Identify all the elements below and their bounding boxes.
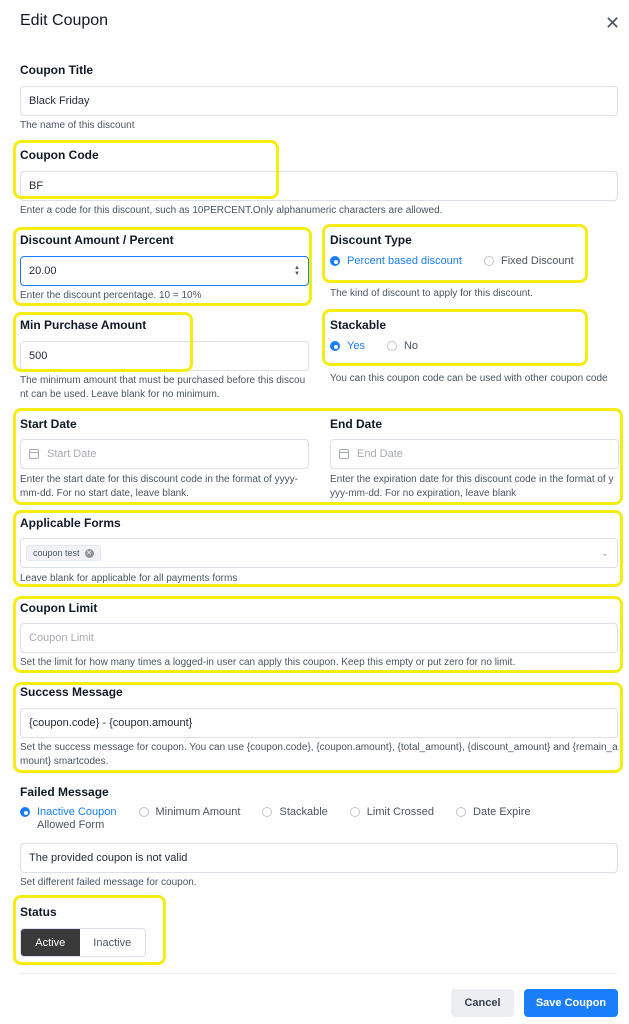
- radio-unchecked-icon: [483, 256, 494, 266]
- radio-unchecked-icon: [386, 341, 397, 351]
- failed-message-help: Set different failed message for coupon.: [20, 877, 197, 888]
- discount-type-group: Percent based discount Fixed Discount: [330, 255, 574, 267]
- cancel-button[interactable]: Cancel: [451, 989, 514, 1017]
- stackable-help: You can this coupon code can be used wit…: [330, 373, 608, 384]
- discount-amount-label: Discount Amount / Percent: [20, 233, 174, 247]
- applicable-forms-select[interactable]: coupon test ✕ ⌄: [20, 538, 618, 568]
- radio-date-expire[interactable]: Date Expire: [456, 806, 531, 818]
- failed-message-label: Failed Message: [20, 785, 109, 799]
- status-toggle: Active Inactive: [20, 928, 146, 957]
- min-purchase-value: 500: [29, 350, 48, 362]
- discount-amount-input[interactable]: 20.00 ▲ ▼: [20, 256, 309, 286]
- radio-label: Date Expire: [473, 806, 531, 818]
- start-date-help-line1: Enter the start date for this discount c…: [20, 474, 298, 485]
- radio-checked-icon: [330, 341, 340, 351]
- stackable-label: Stackable: [330, 318, 387, 332]
- start-date-help-line2: mm-dd. For no start date, leave blank.: [20, 488, 189, 499]
- failed-message-group-row1: Inactive Coupon Minimum Amount Stackable…: [20, 806, 531, 818]
- status-inactive-option[interactable]: Inactive: [79, 929, 145, 956]
- radio-label: Stackable: [279, 806, 328, 818]
- min-purchase-help-line1: The minimum amount that must be purchase…: [20, 375, 306, 386]
- failed-message-group-row2: Allowed Form: [20, 819, 104, 831]
- radio-checked-icon: [330, 256, 340, 266]
- start-date-label: Start Date: [20, 417, 77, 431]
- radio-label: Fixed Discount: [500, 255, 574, 267]
- radio-label: Yes: [347, 340, 365, 352]
- success-message-value: {coupon.code} - {coupon.amount}: [29, 717, 193, 729]
- radio-allowed-form[interactable]: Allowed Form: [20, 819, 104, 831]
- radio-fixed-discount[interactable]: Fixed Discount: [483, 255, 574, 267]
- success-message-help-line1: Set the success message for coupon. You …: [20, 742, 618, 753]
- selected-form-tag: coupon test ✕: [26, 545, 101, 561]
- chevron-down-icon[interactable]: ⌄: [601, 548, 609, 559]
- calendar-icon: [339, 449, 349, 459]
- radio-label: Allowed Form: [37, 819, 105, 831]
- tag-close-icon[interactable]: ✕: [84, 548, 94, 558]
- end-date-help-line2: yyy-mm-dd. For no expiration, leave blan…: [330, 488, 517, 499]
- discount-amount-value: 20.00: [29, 265, 57, 277]
- tag-label: coupon test: [33, 548, 80, 558]
- coupon-title-help: The name of this discount: [20, 120, 135, 131]
- status-active-option[interactable]: Active: [21, 929, 80, 956]
- success-message-label: Success Message: [20, 685, 123, 699]
- close-icon[interactable]: ✕: [605, 14, 620, 32]
- radio-unchecked-icon: [262, 807, 273, 817]
- applicable-forms-help: Leave blank for applicable for all payme…: [20, 573, 238, 584]
- modal-title: Edit Coupon: [20, 12, 109, 29]
- coupon-code-help: Enter a code for this discount, such as …: [20, 205, 443, 216]
- radio-percent-discount[interactable]: Percent based discount: [330, 255, 462, 267]
- coupon-code-input[interactable]: BF: [20, 171, 618, 201]
- min-purchase-help-line2: nt can be used. Leave blank for no minim…: [20, 389, 220, 400]
- discount-type-label: Discount Type: [330, 233, 412, 247]
- radio-label: Inactive Coupon: [37, 806, 117, 818]
- coupon-title-label: Coupon Title: [20, 63, 94, 77]
- start-date-input[interactable]: Start Date: [20, 439, 309, 469]
- min-purchase-label: Min Purchase Amount: [20, 318, 147, 332]
- status-label: Status: [20, 905, 57, 919]
- radio-stackable[interactable]: Stackable: [262, 806, 328, 818]
- end-date-input[interactable]: End Date: [330, 439, 619, 469]
- calendar-icon: [29, 449, 39, 459]
- end-date-label: End Date: [330, 417, 383, 431]
- coupon-title-input[interactable]: Black Friday: [20, 86, 618, 116]
- radio-unchecked-icon: [138, 807, 149, 817]
- radio-checked-icon: [20, 807, 30, 817]
- discount-amount-help: Enter the discount percentage. 10 = 10%: [20, 290, 202, 301]
- stackable-group: Yes No: [330, 340, 418, 352]
- coupon-limit-placeholder: Coupon Limit: [29, 632, 94, 644]
- applicable-forms-label: Applicable Forms: [20, 516, 121, 530]
- radio-label: Percent based discount: [347, 255, 462, 267]
- radio-minimum-amount[interactable]: Minimum Amount: [138, 806, 241, 818]
- coupon-title-value: Black Friday: [29, 95, 90, 107]
- radio-label: Minimum Amount: [155, 806, 241, 818]
- number-spinner-icon[interactable]: ▲ ▼: [294, 265, 300, 277]
- start-date-placeholder: Start Date: [47, 448, 97, 460]
- radio-unchecked-icon: [349, 807, 360, 817]
- radio-inactive-coupon[interactable]: Inactive Coupon: [20, 806, 117, 818]
- radio-limit-crossed[interactable]: Limit Crossed: [349, 806, 435, 818]
- failed-message-value: The provided coupon is not valid: [29, 852, 188, 864]
- discount-type-help: The kind of discount to apply for this d…: [330, 288, 533, 299]
- radio-unchecked-icon: [456, 807, 467, 817]
- radio-stackable-no[interactable]: No: [386, 340, 419, 352]
- min-purchase-input[interactable]: 500: [20, 341, 309, 371]
- coupon-code-label: Coupon Code: [20, 148, 99, 162]
- end-date-placeholder: End Date: [357, 448, 403, 460]
- success-message-input[interactable]: {coupon.code} - {coupon.amount}: [20, 708, 618, 738]
- end-date-help-line1: Enter the expiration date for this disco…: [330, 474, 614, 485]
- radio-label: No: [403, 340, 419, 352]
- coupon-limit-help: Set the limit for how many times a logge…: [20, 657, 516, 668]
- coupon-limit-label: Coupon Limit: [20, 601, 98, 615]
- coupon-limit-input[interactable]: Coupon Limit: [20, 623, 618, 653]
- radio-label: Limit Crossed: [366, 806, 435, 818]
- footer-divider: [20, 973, 617, 974]
- coupon-code-value: BF: [29, 180, 44, 192]
- save-coupon-button[interactable]: Save Coupon: [524, 989, 618, 1017]
- failed-message-input[interactable]: The provided coupon is not valid: [20, 843, 618, 873]
- success-message-help-line2: mount} smartcodes.: [20, 756, 109, 767]
- radio-stackable-yes[interactable]: Yes: [330, 340, 365, 352]
